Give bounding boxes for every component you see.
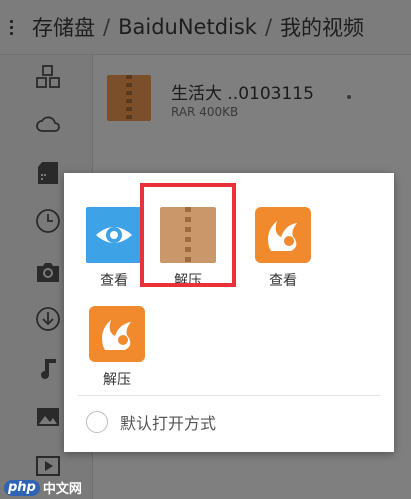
uc-browser-icon (89, 306, 145, 362)
app-label: 查看 (269, 273, 297, 289)
image-icon[interactable] (34, 403, 62, 431)
watermark-text: 中文网 (42, 482, 82, 497)
app-label: 解压 (103, 372, 131, 388)
default-radio[interactable] (86, 411, 108, 433)
clock-icon[interactable] (34, 207, 62, 235)
default-open-option[interactable]: 默认打开方式 (86, 407, 216, 437)
more-options-icon[interactable] (347, 95, 351, 99)
app-option-uc-view[interactable]: 查看 (252, 207, 314, 290)
breadcrumb-separator: / (103, 15, 111, 39)
watermark: php 中文网 (4, 478, 82, 497)
cloud-icon[interactable] (34, 110, 62, 138)
divider (78, 395, 380, 396)
breadcrumb-item[interactable]: 我的视频 (280, 12, 364, 42)
default-option-label: 默认打开方式 (120, 414, 217, 433)
apps-icon[interactable] (34, 63, 62, 91)
uc-browser-icon (255, 207, 311, 263)
eye-icon (86, 207, 142, 263)
breadcrumb-separator: / (264, 15, 273, 39)
highlight-annotation (140, 183, 236, 287)
breadcrumb-item[interactable]: BaiduNetdisk (118, 15, 257, 39)
watermark-logo: php (4, 479, 40, 496)
archive-file-icon (107, 75, 151, 121)
download-icon[interactable] (34, 305, 62, 333)
music-icon[interactable] (34, 355, 62, 383)
file-meta: RAR 400KB (171, 105, 239, 119)
breadcrumb-item[interactable]: 存储盘 (32, 12, 95, 42)
open-with-dialog: 查看 解压 查看 解压 默认打开方式 (64, 173, 394, 452)
camera-icon[interactable] (34, 258, 62, 286)
app-label: 查看 (100, 273, 128, 289)
menu-handle-icon[interactable] (4, 19, 18, 35)
app-option-uc-extract[interactable]: 解压 (86, 306, 148, 389)
top-bar: 存储盘 / BaiduNetdisk / 我的视频 (0, 0, 411, 55)
breadcrumb: 存储盘 / BaiduNetdisk / 我的视频 (32, 12, 364, 42)
list-item[interactable]: 生活大 ..0103115 RAR 400KB (93, 55, 411, 145)
video-icon[interactable] (34, 452, 62, 480)
app-option-view[interactable]: 查看 (83, 207, 145, 290)
file-name: 生活大 ..0103115 (171, 84, 314, 104)
sd-card-icon[interactable] (34, 159, 62, 187)
